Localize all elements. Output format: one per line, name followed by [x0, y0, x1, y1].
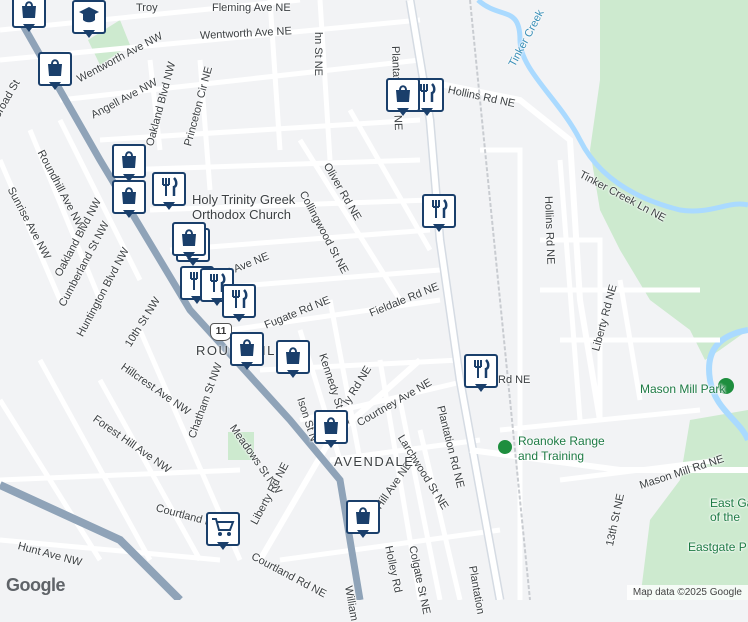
shopping-bag-icon [320, 414, 342, 441]
fork-knife-icon [428, 198, 450, 225]
street-label: Hollins Rd NE [542, 195, 557, 265]
shopping-bag-icon [118, 148, 140, 175]
shopping-bag-icon [178, 226, 200, 253]
poi-eastgate[interactable]: East Ga of the [710, 496, 748, 524]
poi-label-line: East Ga [710, 496, 748, 510]
map-marker-shopping[interactable] [12, 0, 46, 34]
fork-knife-icon [228, 288, 250, 315]
shopping-bag-icon [118, 184, 140, 211]
street-label: hn St NE [312, 32, 324, 77]
shopping-bag-icon [392, 82, 414, 109]
area-label-avendale: AVENDALE [334, 454, 415, 469]
poi-label-line: and Training [518, 449, 585, 463]
map-marker-shopping[interactable] [230, 332, 264, 372]
map-marker-shopping[interactable] [172, 222, 206, 262]
map-marker-shopping[interactable] [314, 410, 348, 450]
shopping-cart-icon [211, 516, 235, 543]
poi-label-line: Roanoke Range [518, 434, 605, 448]
shopping-bag-icon [352, 504, 374, 531]
map-marker-shopping[interactable] [386, 78, 420, 118]
map-marker-restaurant[interactable] [152, 172, 186, 212]
range-icon[interactable] [498, 440, 512, 454]
map-marker-shopping[interactable] [346, 500, 380, 540]
street-label: Fleming Ave NE [212, 2, 291, 14]
map-marker-shopping[interactable] [112, 144, 146, 184]
poi-range[interactable]: Roanoke Range and Training [518, 434, 605, 464]
shopping-bag-icon [18, 0, 40, 25]
fork-knife-icon [470, 358, 492, 385]
map-marker-restaurant[interactable] [464, 354, 498, 394]
shopping-bag-icon [282, 344, 304, 371]
map-attribution: Map data ©2025 Google [626, 585, 748, 600]
shopping-bag-icon [236, 336, 258, 363]
google-logo: Google [6, 575, 66, 595]
shopping-bag-icon [44, 56, 66, 83]
map-marker-restaurant[interactable] [422, 194, 456, 234]
map-marker-restaurant[interactable] [222, 284, 256, 324]
fork-knife-icon [158, 176, 180, 203]
map-marker-school[interactable] [72, 0, 106, 40]
map-marker-shopping[interactable] [276, 340, 310, 380]
map-marker-shopping[interactable] [38, 52, 72, 92]
poi-park[interactable]: Mason Mill Park [640, 382, 725, 396]
school-icon [78, 4, 100, 31]
street-label: Rd NE [498, 374, 531, 386]
street-label: Troy [136, 2, 158, 14]
poi-label-line: Orthodox Church [192, 207, 291, 222]
map-marker-grocery[interactable] [206, 512, 240, 552]
route-shield: 11 [210, 323, 232, 341]
poi-label-line: of the [710, 510, 741, 524]
poi-church[interactable]: Holy Trinity Greek Orthodox Church [192, 192, 295, 222]
map-marker-shopping[interactable] [112, 180, 146, 220]
poi-eastgate-park[interactable]: Eastgate P [688, 540, 747, 554]
poi-label-line: Holy Trinity Greek [192, 192, 296, 207]
